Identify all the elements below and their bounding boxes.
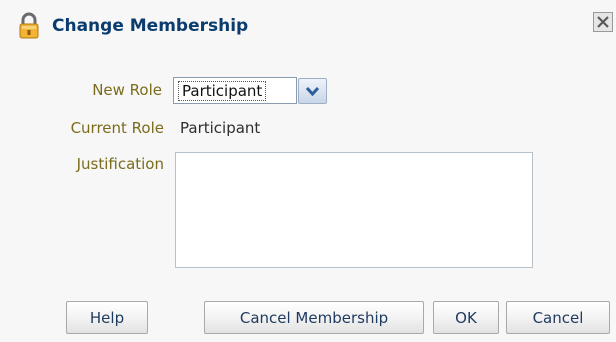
current-role-label: Current Role (70, 119, 164, 137)
cancel-membership-button[interactable]: Cancel Membership (204, 301, 424, 334)
new-role-label: New Role (92, 81, 162, 99)
cancel-button[interactable]: Cancel (506, 301, 610, 334)
help-button[interactable]: Help (66, 301, 148, 334)
chevron-down-icon (299, 86, 326, 107)
new-role-selected-value: Participant (178, 81, 267, 101)
change-membership-dialog: Change Membership New Role Participant C… (0, 0, 616, 342)
justification-textarea[interactable] (175, 152, 533, 268)
lock-icon (18, 12, 40, 40)
dialog-title: Change Membership (52, 16, 249, 36)
new-role-select[interactable]: Participant (173, 77, 327, 104)
justification-label: Justification (76, 155, 164, 173)
dropdown-button[interactable] (298, 78, 327, 104)
close-icon[interactable] (593, 12, 613, 32)
current-role-value: Participant (180, 119, 261, 137)
new-role-select-box[interactable]: Participant (173, 77, 297, 104)
ok-button[interactable]: OK (433, 301, 499, 334)
